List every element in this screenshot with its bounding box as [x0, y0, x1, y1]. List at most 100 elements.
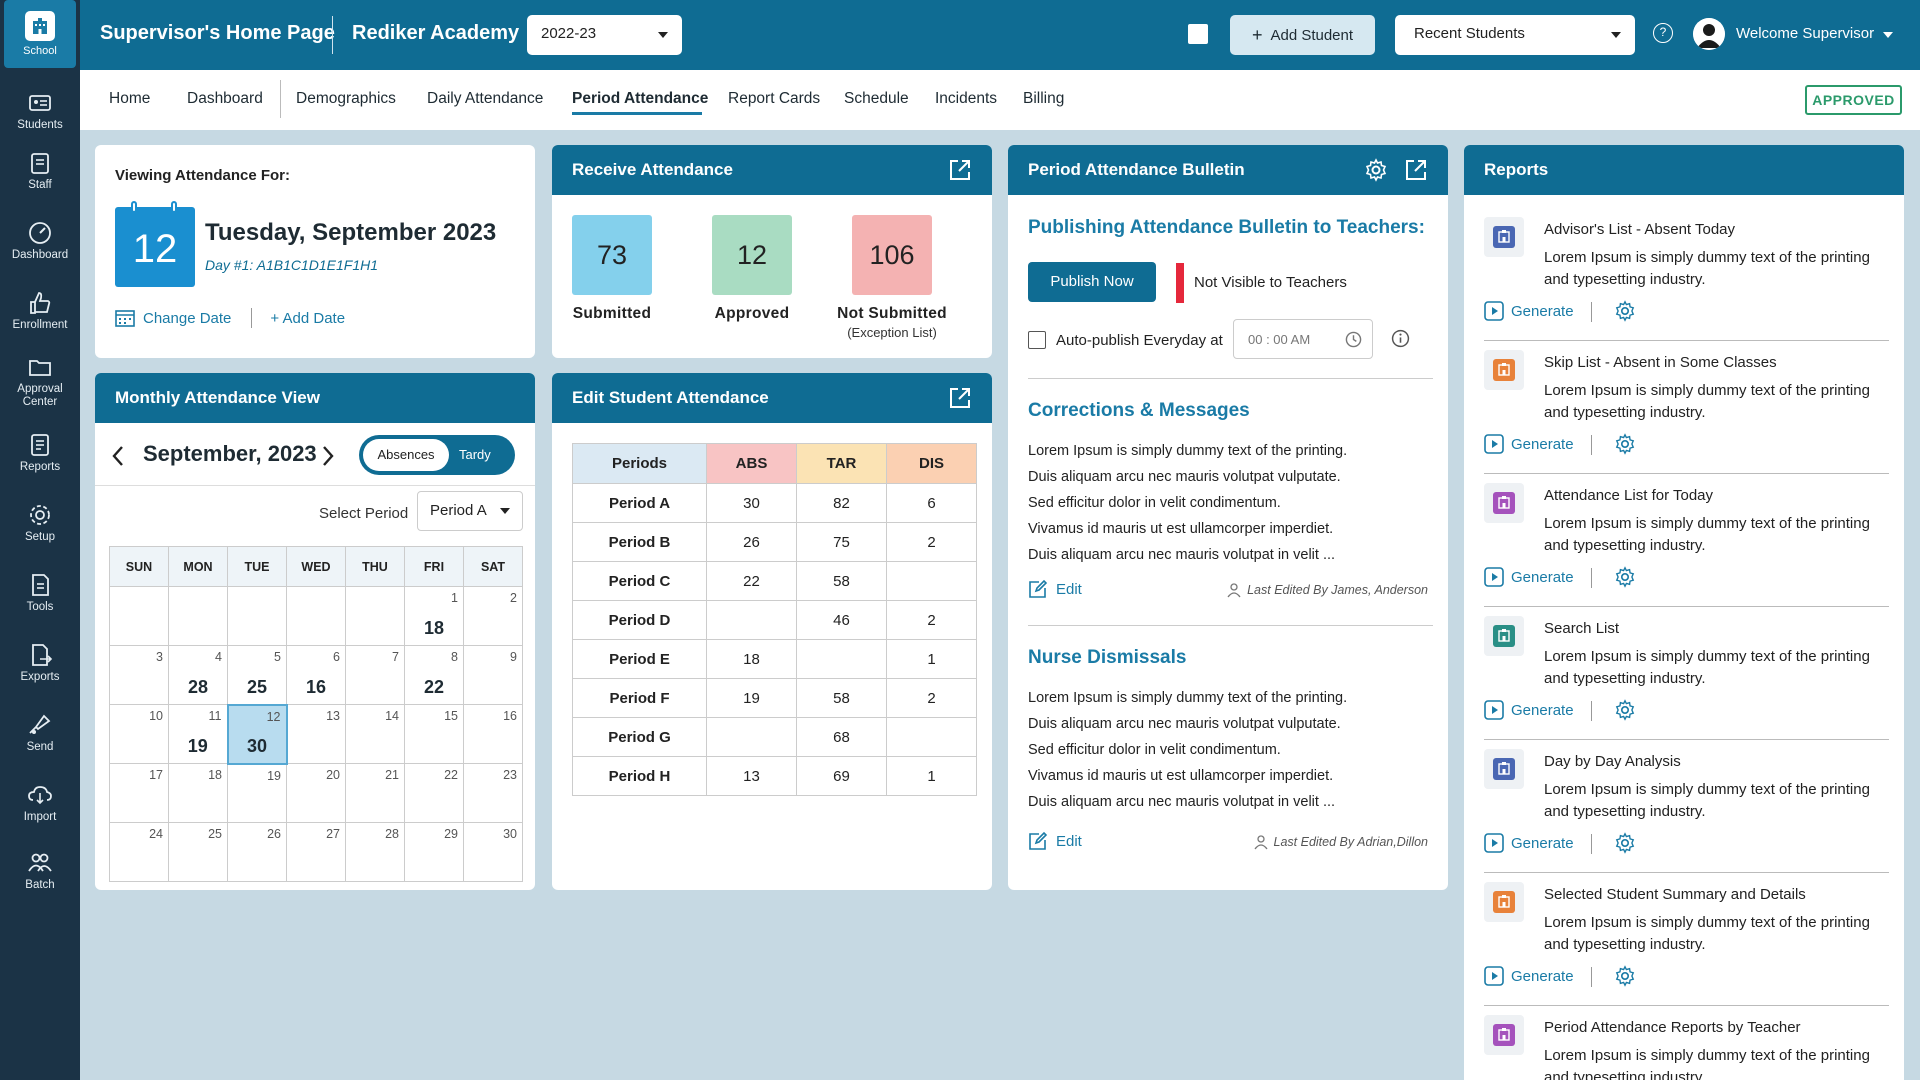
calendar-day[interactable]: 14 — [345, 704, 405, 764]
calendar-day[interactable]: 10 — [109, 704, 169, 764]
absences-tardy-toggle[interactable]: Absences Tardy — [359, 435, 515, 475]
calendar-day[interactable]: 27 — [286, 822, 346, 882]
tab-daily-attendance[interactable]: Daily Attendance — [427, 90, 543, 108]
attendance-cell[interactable]: 1 — [886, 639, 977, 679]
avatar[interactable] — [1693, 18, 1725, 50]
generate-button[interactable]: Generate — [1484, 966, 1574, 986]
rail-item-reports[interactable]: Reports — [0, 432, 80, 474]
rail-item-exports[interactable]: Exports — [0, 642, 80, 684]
calendar-day[interactable]: 13 — [286, 704, 346, 764]
gear-icon[interactable] — [1614, 300, 1636, 322]
stat-approved[interactable]: 12 Approved — [692, 215, 812, 323]
change-date-link[interactable]: Change Date — [143, 310, 231, 327]
calendar-day[interactable]: 12 30 — [226, 703, 288, 765]
publish-now-button[interactable]: Publish Now — [1028, 262, 1156, 302]
tab-incidents[interactable]: Incidents — [935, 90, 997, 108]
tab-dashboard[interactable]: Dashboard — [187, 90, 263, 108]
attendance-cell[interactable]: 6 — [886, 483, 977, 523]
calendar-day[interactable]: 7 — [345, 645, 405, 705]
calendar-day[interactable]: 16 — [463, 704, 523, 764]
corrections-edit-button[interactable]: Edit — [1028, 579, 1082, 599]
attendance-cell[interactable]: 22 — [706, 561, 797, 601]
period-select[interactable]: Period A — [417, 491, 523, 531]
attendance-cell[interactable]: 13 — [706, 756, 797, 796]
calendar-day[interactable]: 23 — [463, 763, 523, 823]
open-external-icon[interactable] — [1404, 158, 1428, 182]
add-student-button[interactable]: + Add Student — [1230, 15, 1375, 55]
open-external-icon[interactable] — [948, 158, 972, 182]
attendance-cell[interactable]: 30 — [706, 483, 797, 523]
calendar-day[interactable]: 25 — [168, 822, 228, 882]
attendance-cell[interactable]: 26 — [706, 522, 797, 562]
attendance-cell[interactable]: 19 — [706, 678, 797, 718]
gear-icon[interactable] — [1614, 965, 1636, 987]
calendar-day[interactable]: 3 — [109, 645, 169, 705]
help-icon[interactable]: ? — [1653, 23, 1673, 43]
attendance-cell[interactable]: 1 — [886, 756, 977, 796]
calendar-day[interactable]: 22 — [404, 763, 464, 823]
rail-item-send[interactable]: Send — [0, 712, 80, 754]
toggle-tardy[interactable]: Tardy — [459, 435, 491, 475]
rail-item-students[interactable]: Students — [0, 90, 80, 132]
calendar-day[interactable]: 26 — [227, 822, 287, 882]
attendance-cell[interactable]: 58 — [796, 678, 887, 718]
rail-item-enrollment[interactable]: Enrollment — [0, 290, 80, 332]
time-input[interactable]: 00 : 00 AM — [1233, 319, 1373, 359]
nurse-edit-button[interactable]: Edit — [1028, 831, 1082, 851]
rail-item-dashboard[interactable]: Dashboard — [0, 220, 80, 262]
calendar-day[interactable]: 11 19 — [168, 704, 228, 764]
gear-icon[interactable] — [1614, 832, 1636, 854]
gear-icon[interactable] — [1614, 566, 1636, 588]
attendance-cell[interactable]: 2 — [886, 600, 977, 640]
attendance-cell[interactable]: 82 — [796, 483, 887, 523]
calendar-day[interactable]: 30 — [463, 822, 523, 882]
calendar-day[interactable]: 20 — [286, 763, 346, 823]
attendance-cell[interactable]: 69 — [796, 756, 887, 796]
toggle-absences[interactable]: Absences — [363, 439, 449, 471]
tab-period-attendance[interactable]: Period Attendance — [572, 90, 708, 108]
gear-icon[interactable] — [1614, 699, 1636, 721]
chevron-left-icon[interactable] — [111, 445, 125, 467]
chevron-right-icon[interactable] — [321, 445, 335, 467]
calendar-day[interactable]: 21 — [345, 763, 405, 823]
calendar-day[interactable]: 17 — [109, 763, 169, 823]
generate-button[interactable]: Generate — [1484, 434, 1574, 454]
auto-publish-checkbox[interactable] — [1028, 331, 1046, 349]
calendar-day[interactable]: 24 — [109, 822, 169, 882]
tab-schedule[interactable]: Schedule — [844, 90, 909, 108]
attendance-cell[interactable]: 18 — [706, 639, 797, 679]
calendar-day[interactable]: 4 28 — [168, 645, 228, 705]
calendar-day[interactable]: 28 — [345, 822, 405, 882]
calendar-day[interactable]: 5 25 — [227, 645, 287, 705]
generate-button[interactable]: Generate — [1484, 301, 1574, 321]
rail-item-import[interactable]: Import — [0, 782, 80, 824]
calendar-day[interactable]: 19 — [227, 763, 287, 823]
calendar-day[interactable]: 15 — [404, 704, 464, 764]
attendance-cell[interactable] — [886, 561, 977, 601]
attendance-cell[interactable]: 68 — [796, 717, 887, 757]
gear-icon[interactable] — [1614, 433, 1636, 455]
attendance-cell[interactable]: 2 — [886, 678, 977, 718]
rail-item-staff[interactable]: Staff — [0, 150, 80, 192]
calendar-day[interactable]: 18 — [168, 763, 228, 823]
rail-item-tools[interactable]: Tools — [0, 572, 80, 614]
rail-school[interactable]: School — [4, 0, 76, 68]
attendance-cell[interactable]: 75 — [796, 522, 887, 562]
attendance-cell[interactable]: 58 — [796, 561, 887, 601]
attendance-cell[interactable] — [796, 639, 887, 679]
calendar-day[interactable]: 1 18 — [404, 586, 464, 646]
recent-students-select[interactable]: Recent Students — [1395, 15, 1635, 55]
rail-item-setup[interactable]: Setup — [0, 502, 80, 544]
stat-not-submitted[interactable]: 106 Not Submitted (Exception List) — [832, 215, 952, 340]
rail-item-approval-center[interactable]: Approval Center — [0, 354, 80, 409]
calendar-day[interactable]: 2 — [463, 586, 523, 646]
stat-submitted[interactable]: 73 Submitted — [552, 215, 672, 323]
calendar-day[interactable]: 8 22 — [404, 645, 464, 705]
chevron-down-icon[interactable] — [1883, 32, 1893, 38]
topbar-checkbox[interactable] — [1188, 24, 1208, 44]
info-icon[interactable] — [1391, 329, 1410, 348]
attendance-cell[interactable]: 2 — [886, 522, 977, 562]
open-external-icon[interactable] — [948, 386, 972, 410]
add-date-link[interactable]: + Add Date — [270, 310, 345, 327]
attendance-cell[interactable] — [706, 717, 797, 757]
